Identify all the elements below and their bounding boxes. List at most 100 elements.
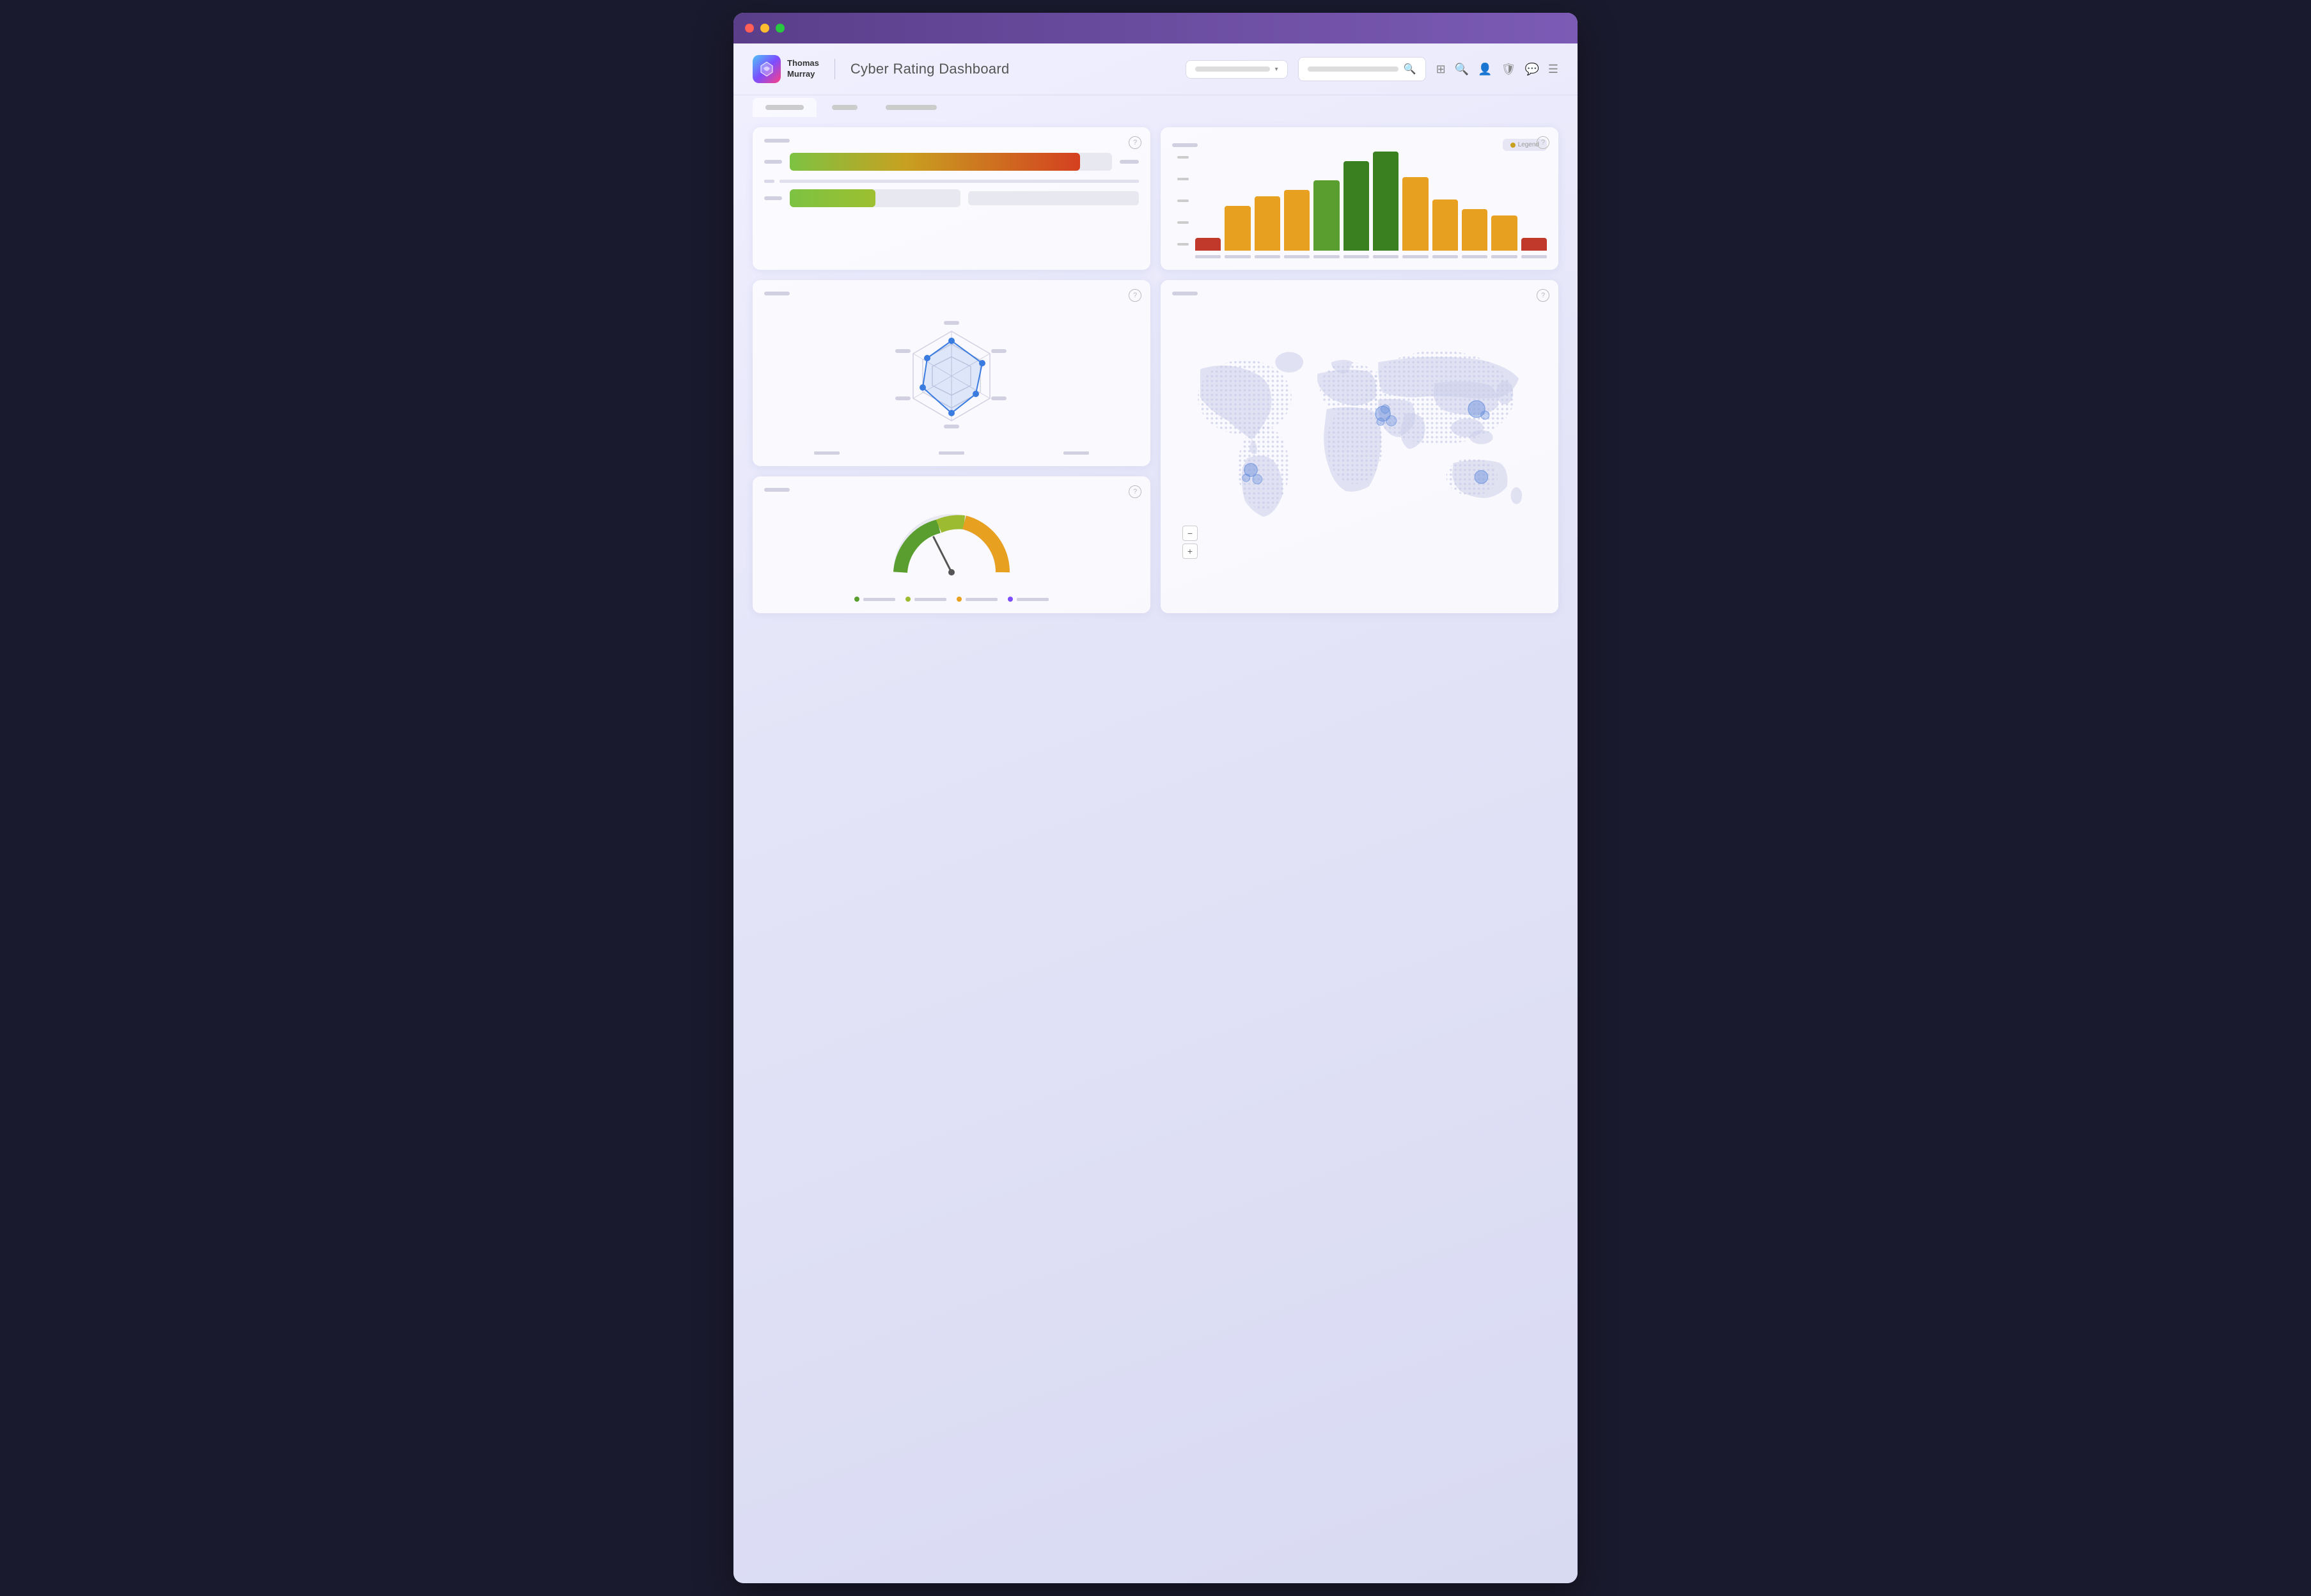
score-card-title <box>764 139 790 143</box>
map-card: ? <box>1161 280 1558 613</box>
score-bar-container-2 <box>790 189 960 207</box>
menu-icon[interactable]: ☰ <box>1548 63 1558 76</box>
shield-icon[interactable]: 🛡 <box>1501 63 1516 76</box>
grid-icon[interactable]: ⊞ <box>1436 63 1446 76</box>
score-bar-2 <box>790 189 875 207</box>
bar-10 <box>1462 209 1487 251</box>
header-dropdown[interactable]: ▾ <box>1186 60 1288 79</box>
bar-col-5 <box>1313 180 1339 258</box>
world-map-svg <box>1172 301 1547 569</box>
bar-6 <box>1344 161 1369 251</box>
search-icon-header[interactable]: 🔍 <box>1455 63 1469 76</box>
x-label-7 <box>1373 255 1398 258</box>
logo-area: Thomas Murray <box>753 55 819 83</box>
bar-9 <box>1432 199 1458 251</box>
radar-label-3 <box>1063 451 1089 455</box>
gauge-dot-na <box>1008 597 1013 602</box>
gauge-dot-fair <box>905 597 911 602</box>
bar-5 <box>1313 180 1339 251</box>
bar-chart-help-button[interactable]: ? <box>1537 136 1549 149</box>
logo-text: Thomas Murray <box>787 58 819 80</box>
bar-col-3 <box>1255 196 1280 258</box>
bar-chart-title <box>1172 143 1198 147</box>
gauge-legend-fair <box>905 597 946 602</box>
map-zoom-in-button[interactable]: + <box>1182 544 1198 559</box>
x-label-8 <box>1402 255 1428 258</box>
x-label-1 <box>1195 255 1221 258</box>
bar-col-1 <box>1195 238 1221 258</box>
traffic-light-yellow[interactable] <box>760 24 769 33</box>
score-label-1 <box>764 160 782 164</box>
tab-1[interactable] <box>753 98 817 117</box>
x-label-3 <box>1255 255 1280 258</box>
bar-2 <box>1225 206 1250 251</box>
gauge-container <box>764 502 1139 591</box>
map-help-button[interactable]: ? <box>1537 289 1549 302</box>
legend-dot <box>1510 143 1516 148</box>
x-label-12 <box>1521 255 1547 258</box>
x-label-4 <box>1284 255 1310 258</box>
x-label-10 <box>1462 255 1487 258</box>
app-header: Thomas Murray Cyber Rating Dashboard ▾ 🔍… <box>733 43 1578 95</box>
tab-2[interactable] <box>819 98 870 117</box>
radar-card-title <box>764 292 790 295</box>
bar-12 <box>1521 238 1547 251</box>
radar-container <box>764 306 1139 446</box>
x-label-2 <box>1225 255 1250 258</box>
gauge-label-good <box>863 598 895 601</box>
x-label-5 <box>1313 255 1339 258</box>
traffic-light-green[interactable] <box>776 24 785 33</box>
dropdown-placeholder <box>1195 66 1270 72</box>
tab-2-label <box>832 105 858 110</box>
bar-col-4 <box>1284 190 1310 258</box>
radar-card: ? <box>753 280 1150 466</box>
gauge-label-fair <box>914 598 946 601</box>
score-row-2 <box>764 189 1139 207</box>
score-value-1 <box>1120 160 1139 164</box>
map-card-title <box>1172 292 1198 295</box>
bar-11 <box>1491 215 1517 251</box>
gauge-legend <box>764 597 1139 602</box>
map-container: − + <box>1172 301 1547 569</box>
user-icon[interactable]: 👤 <box>1478 63 1492 76</box>
x-label-11 <box>1491 255 1517 258</box>
radar-help-button[interactable]: ? <box>1129 289 1141 302</box>
traffic-light-red[interactable] <box>745 24 754 33</box>
gauge-chart <box>888 508 1015 585</box>
gauge-help-button[interactable]: ? <box>1129 485 1141 498</box>
map-zoom-out-button[interactable]: − <box>1182 526 1198 541</box>
chat-icon[interactable]: 💬 <box>1524 63 1539 76</box>
radar-chart <box>888 312 1015 440</box>
map-controls: − + <box>1182 526 1198 559</box>
x-label-6 <box>1344 255 1369 258</box>
browser-window: Thomas Murray Cyber Rating Dashboard ▾ 🔍… <box>733 13 1578 1583</box>
page-title: Cyber Rating Dashboard <box>850 61 1010 77</box>
bar-8 <box>1402 177 1428 251</box>
logo-icon <box>753 55 781 83</box>
radar-label-1 <box>814 451 840 455</box>
bar-4 <box>1284 190 1310 251</box>
bar-col-2 <box>1225 206 1250 258</box>
x-label-9 <box>1432 255 1458 258</box>
score-label-2 <box>764 196 782 200</box>
bar-7 <box>1373 152 1398 251</box>
gauge-legend-poor <box>957 597 998 602</box>
score-help-button[interactable]: ? <box>1129 136 1141 149</box>
bar-col-9 <box>1432 199 1458 258</box>
header-divider <box>834 59 835 79</box>
header-search[interactable]: 🔍 <box>1298 57 1426 81</box>
legend-text: Legend <box>1518 141 1539 148</box>
gauge-card: ? <box>753 476 1150 613</box>
gauge-card-title <box>764 488 790 492</box>
header-icons: ⊞ 🔍 👤 🛡 💬 ☰ <box>1436 63 1558 76</box>
radar-label-2 <box>939 451 964 455</box>
score-bar-1 <box>790 153 1080 171</box>
tab-3-label <box>886 105 937 110</box>
tab-3[interactable] <box>873 98 950 117</box>
bar-1 <box>1195 238 1221 251</box>
titlebar <box>733 13 1578 43</box>
search-placeholder <box>1308 66 1398 72</box>
app-tabs <box>733 98 1578 117</box>
dashboard-grid: ? <box>733 117 1578 623</box>
gauge-label-na <box>1017 598 1049 601</box>
